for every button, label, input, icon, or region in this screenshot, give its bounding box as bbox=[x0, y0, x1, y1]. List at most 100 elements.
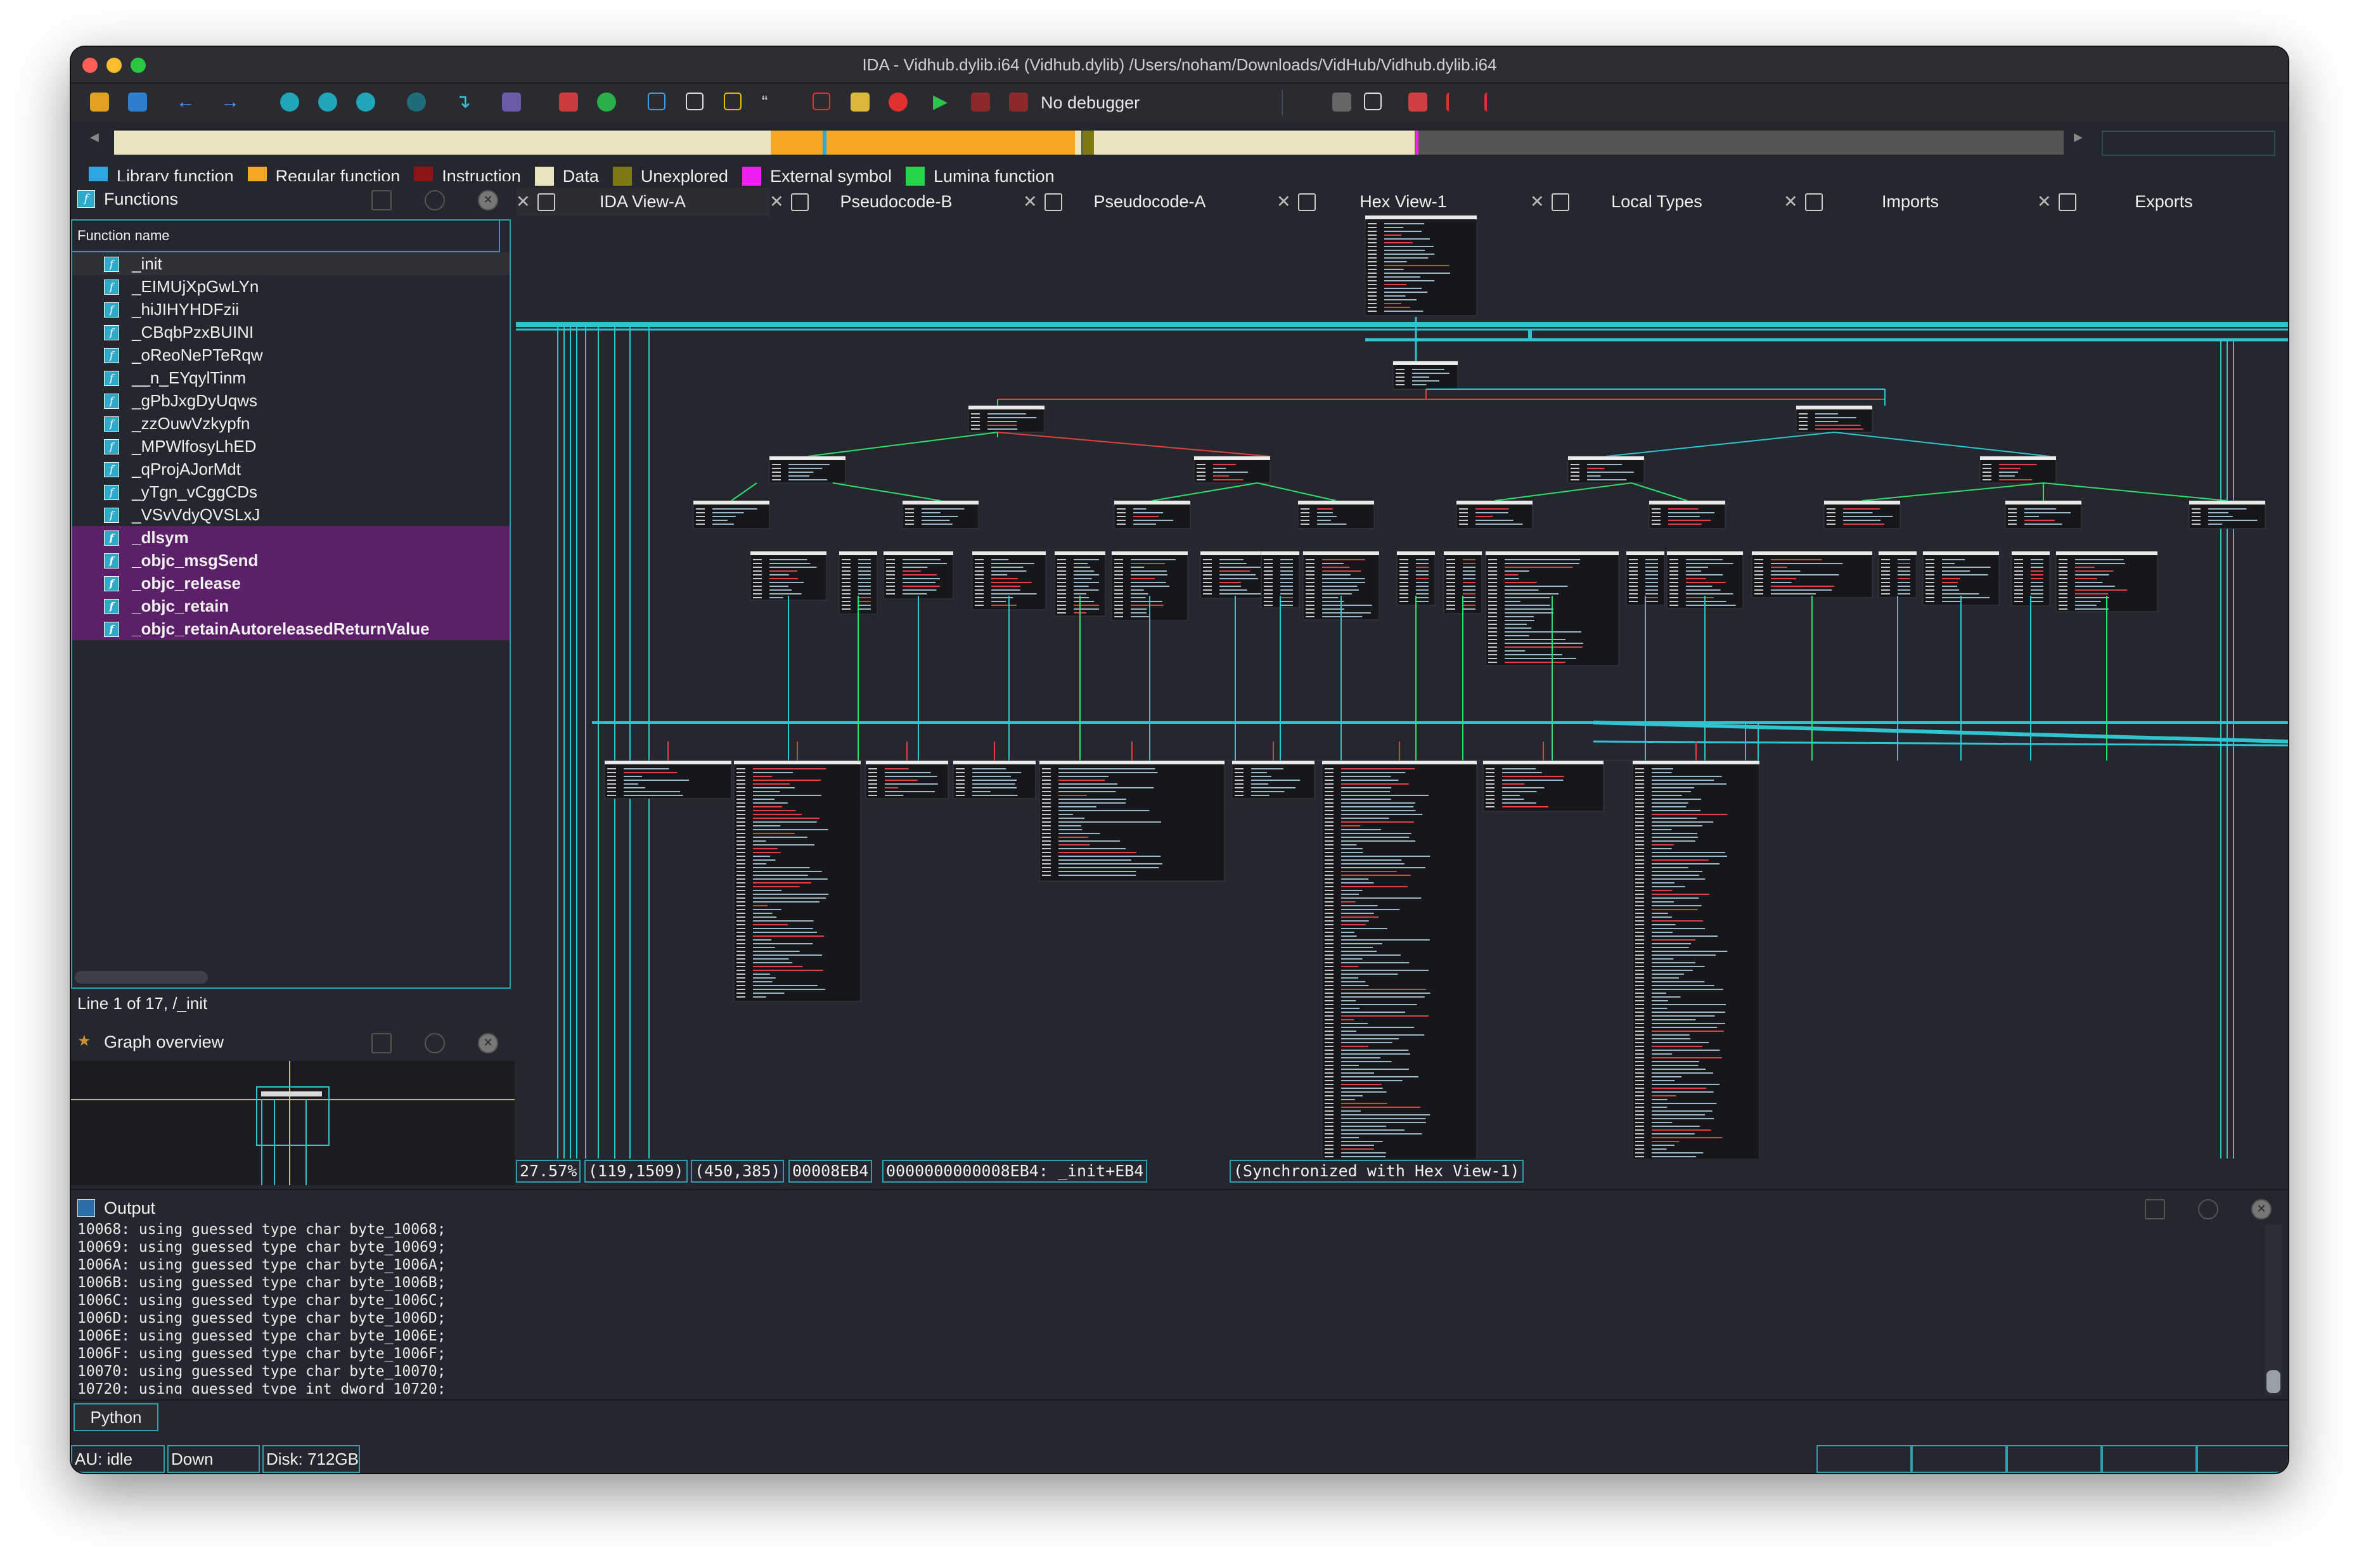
graph-node-text[interactable] bbox=[1942, 559, 1965, 560]
graph-node-text[interactable] bbox=[1341, 787, 1392, 788]
graph-node-text[interactable] bbox=[991, 578, 1018, 579]
graph-node-text[interactable] bbox=[736, 996, 745, 998]
navigation-bar[interactable] bbox=[114, 131, 2064, 155]
graph-node-text[interactable] bbox=[736, 920, 745, 922]
graph-node-text[interactable] bbox=[1652, 844, 1674, 845]
graph-node-header[interactable] bbox=[1194, 456, 1270, 460]
graph-node-text[interactable] bbox=[1827, 524, 1835, 525]
graph-node-text[interactable] bbox=[1325, 1000, 1334, 1001]
graph-node-text[interactable] bbox=[1042, 787, 1051, 788]
graph-node-text[interactable] bbox=[858, 563, 871, 564]
graph-node-text[interactable] bbox=[2192, 516, 2201, 517]
graph-node-text[interactable] bbox=[1416, 597, 1429, 598]
graph-node-text[interactable] bbox=[858, 570, 871, 572]
graph-node-text[interactable] bbox=[712, 516, 736, 517]
graph-node-text[interactable] bbox=[1652, 932, 1673, 933]
graph-node-text[interactable] bbox=[1325, 867, 1334, 868]
graph-node-text[interactable] bbox=[1341, 924, 1366, 925]
graph-node-text[interactable] bbox=[1652, 1008, 1668, 1009]
column-header-function-name[interactable]: Function name bbox=[72, 221, 500, 252]
graph-node-text[interactable] bbox=[736, 890, 745, 891]
graph-node-text[interactable] bbox=[753, 768, 826, 769]
graph-node-text[interactable] bbox=[1898, 593, 1910, 594]
graph-node-text[interactable] bbox=[1898, 570, 1910, 572]
graph-node-text[interactable] bbox=[753, 833, 795, 834]
graph-node-text[interactable] bbox=[1652, 974, 1684, 975]
graph-node-header[interactable] bbox=[839, 551, 877, 555]
graph-node-text[interactable] bbox=[1459, 508, 1468, 510]
graph-node-text[interactable] bbox=[1652, 1145, 1674, 1146]
graph-node-text[interactable] bbox=[753, 905, 768, 906]
graph-node-text[interactable] bbox=[1652, 1034, 1690, 1036]
graph-node-text[interactable] bbox=[1635, 814, 1644, 815]
graph-node-text[interactable] bbox=[885, 776, 937, 777]
graph-node-text[interactable] bbox=[1325, 802, 1334, 804]
graph-node-text[interactable] bbox=[1669, 582, 1678, 583]
graph-node-text[interactable] bbox=[607, 795, 616, 796]
graph-node-text[interactable] bbox=[1280, 567, 1293, 568]
graph-node-text[interactable] bbox=[1635, 1103, 1644, 1104]
graph-node-text[interactable] bbox=[2014, 563, 2023, 564]
graph-node-text[interactable] bbox=[1042, 791, 1051, 792]
graph-node-text[interactable] bbox=[1416, 586, 1429, 587]
graph-node-text[interactable] bbox=[1341, 909, 1400, 910]
graph-node-text[interactable] bbox=[1488, 654, 1497, 655]
graph-node-text[interactable] bbox=[1341, 932, 1354, 933]
graph-node-text[interactable] bbox=[1446, 597, 1455, 598]
graph-node-text[interactable] bbox=[1341, 1034, 1425, 1036]
graph-node-text[interactable] bbox=[1131, 567, 1145, 568]
graph-node-text[interactable] bbox=[1686, 574, 1723, 575]
graph-node-text[interactable] bbox=[1384, 254, 1435, 255]
graph-node-text[interactable] bbox=[2008, 516, 2017, 517]
graph-node-text[interactable] bbox=[1898, 563, 1910, 564]
graph-node-text[interactable] bbox=[1325, 1129, 1334, 1131]
graph-node[interactable] bbox=[1039, 760, 1225, 882]
ida-graph-view[interactable] bbox=[516, 215, 2288, 1159]
graph-node-text[interactable] bbox=[2059, 589, 2067, 591]
graph-node-text[interactable] bbox=[858, 605, 871, 606]
graph-node-text[interactable] bbox=[1652, 1076, 1681, 1077]
graph-node-text[interactable] bbox=[753, 799, 775, 800]
graph-node-text[interactable] bbox=[1754, 559, 1763, 560]
graph-node-text[interactable] bbox=[736, 833, 745, 834]
graph-node-text[interactable] bbox=[1341, 1042, 1392, 1043]
graph-node-text[interactable] bbox=[1251, 776, 1271, 777]
graph-node-text[interactable] bbox=[1635, 996, 1644, 998]
graph-node-text[interactable] bbox=[1488, 582, 1497, 583]
graph-node-text[interactable] bbox=[1325, 1122, 1334, 1123]
graph-node[interactable] bbox=[769, 456, 846, 484]
graph-node-text[interactable] bbox=[1384, 284, 1406, 285]
graph-node-text[interactable] bbox=[1505, 646, 1583, 648]
graph-node-text[interactable] bbox=[712, 524, 734, 525]
graph-node-text[interactable] bbox=[975, 582, 984, 583]
graph-node-text[interactable] bbox=[1652, 875, 1699, 876]
graph-node-text[interactable] bbox=[1325, 780, 1334, 781]
graph-node-text[interactable] bbox=[1114, 612, 1123, 614]
graph-node-text[interactable] bbox=[1629, 559, 1638, 560]
graph-node-text[interactable] bbox=[1384, 280, 1435, 281]
graph-node-text[interactable] bbox=[2008, 508, 2017, 510]
graph-node-text[interactable] bbox=[1074, 593, 1087, 594]
graph-node-text[interactable] bbox=[1203, 574, 1212, 575]
graph-node-text[interactable] bbox=[1463, 601, 1475, 602]
graph-node-text[interactable] bbox=[736, 821, 745, 823]
graph-node-text[interactable] bbox=[905, 516, 914, 517]
graph-node-text[interactable] bbox=[1463, 578, 1475, 579]
graph-node-text[interactable] bbox=[1317, 524, 1347, 525]
graph-node-text[interactable] bbox=[1635, 924, 1644, 925]
graph-node-text[interactable] bbox=[1686, 589, 1721, 591]
graph-node-text[interactable] bbox=[1341, 795, 1429, 796]
graph-node-text[interactable] bbox=[1341, 974, 1398, 975]
function-row[interactable]: f _objc_retainAutoreleasedReturnValue bbox=[72, 617, 510, 640]
graph-node-text[interactable] bbox=[1635, 768, 1644, 769]
graph-node-header[interactable] bbox=[1232, 761, 1314, 764]
graph-node-text[interactable] bbox=[1325, 989, 1334, 990]
graph-node-text[interactable] bbox=[1652, 829, 1672, 830]
graph-node-text[interactable] bbox=[1325, 951, 1334, 952]
graph-node-text[interactable] bbox=[1925, 570, 1934, 572]
graph-node-text[interactable] bbox=[753, 886, 800, 887]
graph-node[interactable] bbox=[1979, 456, 2057, 484]
graph-node-text[interactable] bbox=[1652, 878, 1706, 880]
graph-node-text[interactable] bbox=[1635, 932, 1644, 933]
graph-node-text[interactable] bbox=[1399, 567, 1408, 568]
